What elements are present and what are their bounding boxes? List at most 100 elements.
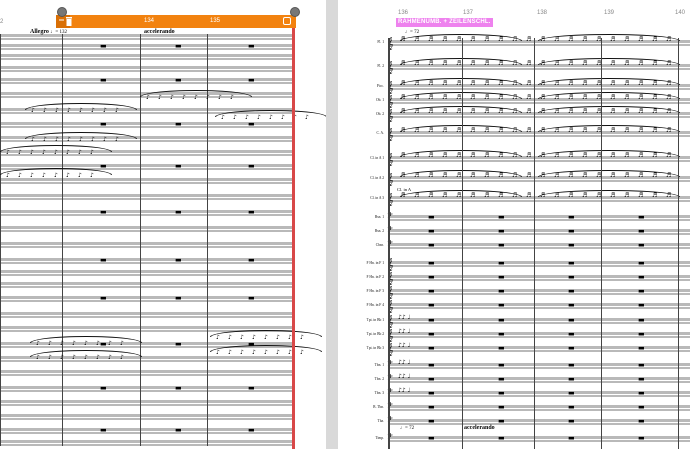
staff-line bbox=[0, 230, 292, 232]
whole-rest: ▬ bbox=[428, 273, 435, 281]
whole-rest: ▬ bbox=[638, 375, 645, 383]
whole-rest: ▬ bbox=[100, 42, 107, 50]
slur bbox=[400, 150, 522, 157]
score-page-left[interactable]: 2 ▬ ▬ ▬ ▬ ▬ ▬ ▬ ▬ ▬ ▬ ▬ ▬ ▬ ▬ ▬ ▬ ▬ ▬ ▬ ▬ ▬ ▬ ▬ ▬ ▬ ▬ ▬ ▬ ▬ ▬ ♪ ♪ ♪ ♪ ♪ ♪ ♪ ♪… bbox=[0, 0, 326, 449]
slur bbox=[538, 58, 680, 65]
note-head: ♪ bbox=[30, 172, 34, 179]
note-head: ♪ bbox=[48, 340, 52, 347]
staff-line bbox=[388, 44, 690, 46]
instrument-label: F Hn. in F 3 bbox=[366, 289, 384, 293]
slur bbox=[400, 58, 522, 65]
timeline-knob-end[interactable] bbox=[290, 7, 300, 17]
note-head: ♪ bbox=[228, 349, 232, 356]
whole-rest: ▬ bbox=[175, 294, 182, 302]
barline bbox=[678, 38, 679, 449]
whole-rest: ▬ bbox=[568, 273, 575, 281]
note-head: ♪ bbox=[252, 334, 256, 341]
left-staff bbox=[0, 194, 292, 200]
whole-rest: ▬ bbox=[568, 403, 575, 411]
whole-rest: ▬ bbox=[568, 417, 575, 425]
instrument-label: B. Tbn. bbox=[373, 405, 384, 409]
whole-rest: ▬ bbox=[638, 273, 645, 281]
note-head: ♪ bbox=[252, 349, 256, 356]
note-head: ♪ bbox=[108, 340, 112, 347]
instrument-label: Picc. bbox=[376, 84, 384, 88]
note-head: ♪ bbox=[194, 94, 198, 101]
instrument-label: Bsn. 2 bbox=[374, 229, 384, 233]
whole-rest: ▬ bbox=[175, 426, 182, 434]
measure-number-136: 136 bbox=[398, 10, 409, 16]
whole-rest: ▬ bbox=[498, 330, 505, 338]
note-head: ♪ bbox=[115, 107, 119, 114]
whole-rest: ▬ bbox=[428, 301, 435, 309]
staff-line bbox=[0, 70, 292, 72]
instrument-label: F Hn. in F 4 bbox=[366, 303, 384, 307]
instrument-label: Cl. in A 2 bbox=[370, 176, 384, 180]
left-staff bbox=[0, 312, 292, 318]
note-head: ♪ bbox=[60, 340, 64, 347]
note-head: ♪ bbox=[158, 94, 162, 101]
frame-icon[interactable] bbox=[283, 17, 293, 27]
note-head: ♪ bbox=[84, 354, 88, 361]
whole-rest: ▬ bbox=[638, 417, 645, 425]
score-page-right[interactable]: 𝄞 ♬ ♬ ♬ ♬ ♬ ♬ ♬ ♬ ♬ ♬ ♬ ♬ ♬ ♬ ♬ ♬ ♬ ♬ ♬ ♬ 𝄞 ♬ ♬ ♬ ♬ ♬ ♬ ♬ ♬ ♬ ♬ ♬ ♬ ♬ ♬ ♬ ♬ ♬ ♬… bbox=[338, 0, 690, 449]
playback-cursor-line[interactable] bbox=[292, 28, 295, 449]
whole-rest: ▬ bbox=[428, 213, 435, 221]
whole-rest: ▬ bbox=[100, 120, 107, 128]
note-head: ♪ bbox=[42, 149, 46, 156]
note-head: ♬ bbox=[526, 127, 532, 134]
timeline-measure-134: 134 bbox=[144, 18, 155, 24]
staff-line bbox=[388, 135, 690, 137]
whole-rest: ▬ bbox=[568, 213, 575, 221]
whole-rest: ▬ bbox=[568, 227, 575, 235]
timeline-segment-main[interactable] bbox=[56, 15, 296, 28]
note-head: ♪ bbox=[264, 349, 268, 356]
slur bbox=[400, 92, 522, 99]
instrument-label: Cl. in A 1 bbox=[370, 156, 384, 160]
note-head: ♪ bbox=[31, 136, 35, 143]
frame-break-tag[interactable]: RAHMENUMB. + ZEILENSCHL. bbox=[396, 18, 493, 27]
barline bbox=[0, 34, 1, 446]
note-head: ♪ bbox=[18, 149, 22, 156]
whole-rest: ▬ bbox=[248, 384, 255, 392]
staff-line bbox=[0, 38, 292, 40]
whole-rest: ▬ bbox=[100, 426, 107, 434]
staff-line bbox=[0, 58, 292, 60]
whole-rest: ▬ bbox=[428, 330, 435, 338]
whole-rest: ▬ bbox=[175, 42, 182, 50]
slur bbox=[538, 92, 680, 99]
whole-rest: ▬ bbox=[568, 375, 575, 383]
note-head: ♬ bbox=[526, 94, 532, 101]
whole-rest: ▬ bbox=[428, 375, 435, 383]
note-head: ♪ bbox=[55, 107, 59, 114]
staff-line bbox=[388, 102, 690, 104]
note-head: ♪ bbox=[36, 340, 40, 347]
staff-line bbox=[0, 360, 292, 362]
note-head: ♪ bbox=[182, 94, 186, 101]
note-head: ♪ bbox=[233, 114, 237, 121]
instrument-label: Ob. 1 bbox=[376, 98, 384, 102]
note-head: ♪ bbox=[43, 136, 47, 143]
whole-rest: ▬ bbox=[248, 162, 255, 170]
whole-rest: ▬ bbox=[498, 361, 505, 369]
whole-rest: ▬ bbox=[498, 259, 505, 267]
knob-arrow-icon bbox=[59, 9, 69, 21]
tempo-marking: Allegro ♩= 132 bbox=[30, 29, 67, 35]
whole-rest: ▬ bbox=[100, 256, 107, 264]
staff-line bbox=[388, 160, 690, 162]
note-head: ♪♪ ♩ bbox=[398, 387, 411, 394]
left-staff bbox=[0, 226, 292, 232]
note-head: ♪ bbox=[103, 107, 107, 114]
note-head: ♪ bbox=[276, 334, 280, 341]
staff-line bbox=[0, 316, 292, 318]
cl-annotation: Cl. in A bbox=[397, 187, 412, 192]
timeline-bar[interactable]: 134 135 bbox=[0, 15, 296, 28]
note-head: ♪ bbox=[146, 94, 150, 101]
instrument-label: Cbsn. bbox=[375, 243, 384, 247]
tempo-marking-bottom: ♩= 72 bbox=[400, 426, 415, 431]
slur bbox=[538, 34, 680, 41]
slur bbox=[538, 106, 680, 113]
slur bbox=[538, 125, 680, 132]
note-head: ♪ bbox=[42, 172, 46, 179]
note-head: ♪ bbox=[79, 136, 83, 143]
